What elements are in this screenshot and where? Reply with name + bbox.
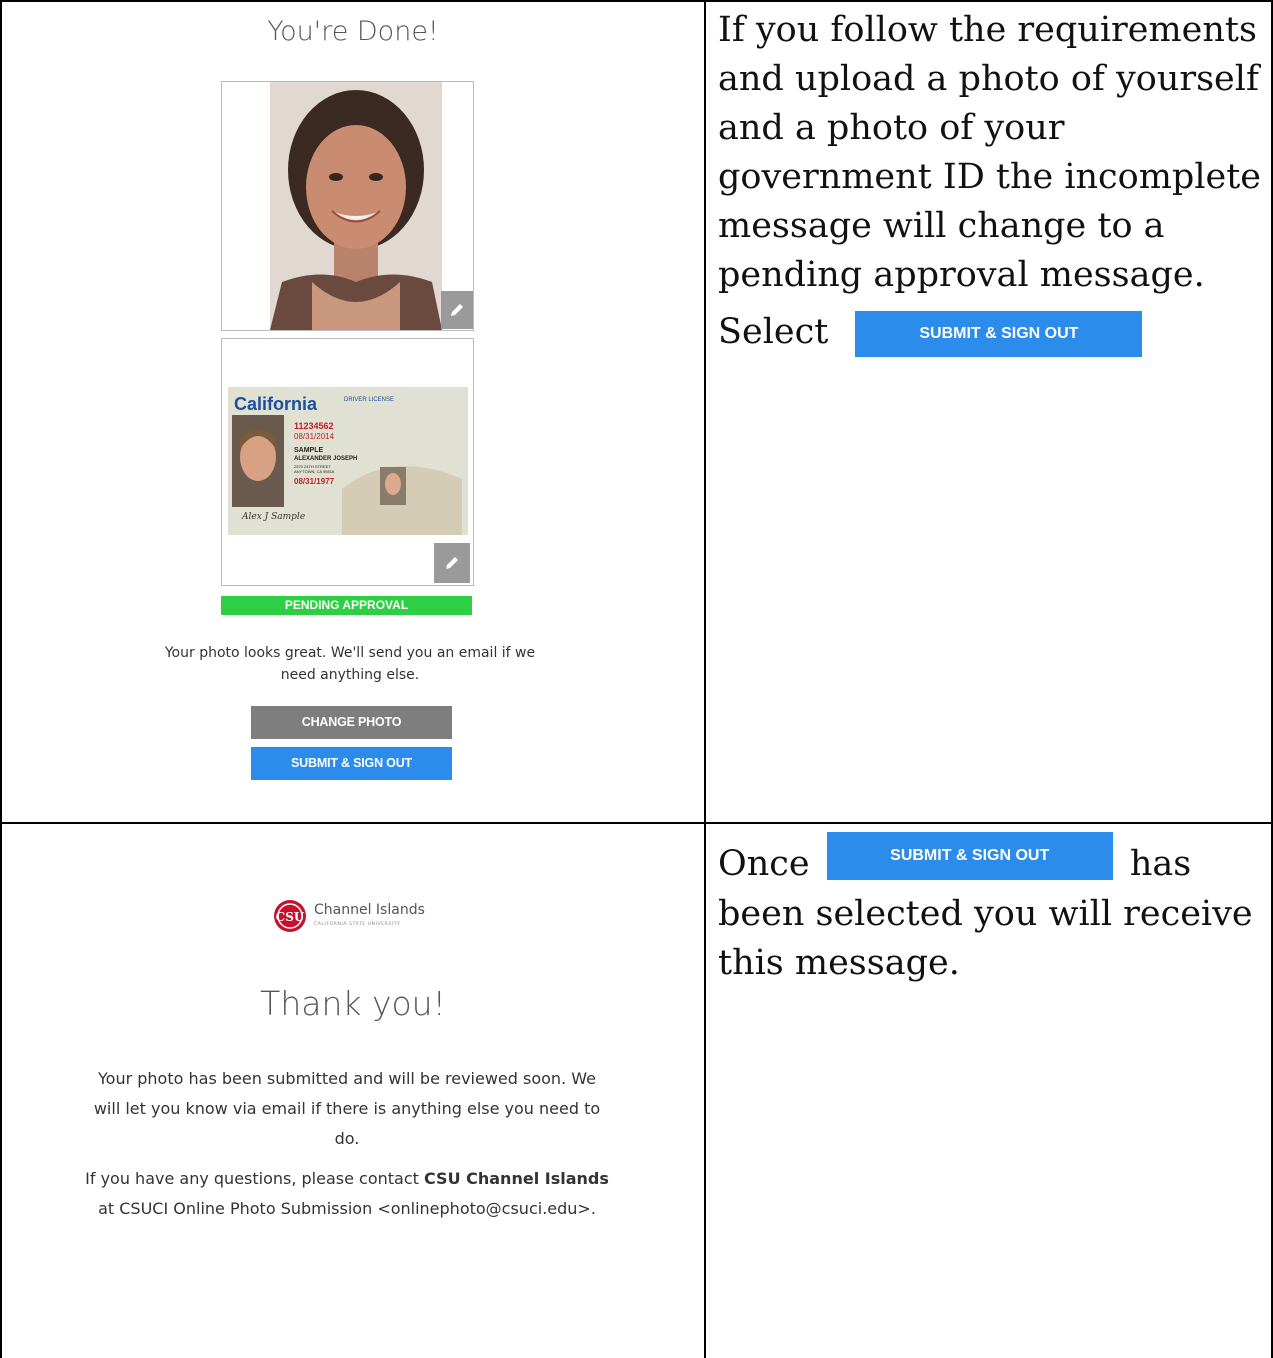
id-photo-frame: California DRIVER LICENSE 11234562 08/31… [221,338,474,586]
submitted-paragraph: Your photo has been submitted and will b… [93,1069,601,1148]
csu-logo: CSU Channel Islands CALIFORNIA STATE UNI… [272,898,442,934]
contact-suffix: at CSUCI Online Photo Submission <online… [98,1199,596,1218]
id-type-text: DRIVER LICENSE [344,397,394,403]
selfie-photo-image [270,82,442,330]
svg-text:08/31/2014: 08/31/2014 [294,432,335,441]
svg-text:CSU: CSU [276,910,305,924]
row2-instruction-cell: Once SUBMIT & SIGN OUT has been selected… [718,831,1263,988]
contact-paragraph: If you have any questions, please contac… [82,1164,612,1224]
done-title: You're Done! [267,16,439,47]
contact-prefix: If you have any questions, please contac… [85,1169,424,1188]
logo-name: Channel Islands [314,902,425,918]
inline-submit-sign-out-button: SUBMIT & SIGN OUT [855,310,1143,357]
once-label: Once [718,844,810,884]
has-label: has [1129,844,1192,884]
table-column-divider [704,0,706,1358]
select-label: Select [718,312,829,352]
svg-text:Alex J Sample: Alex J Sample [241,512,305,522]
selfie-photo-frame [221,81,474,331]
received-message-text: been selected you will receive this mess… [718,893,1253,983]
svg-text:08/31/1977: 08/31/1977 [294,477,335,486]
row1-instruction-cell: If you follow the requirements and uploa… [718,6,1263,357]
edit-selfie-button[interactable] [441,291,473,329]
svg-text:ANYTOWN, CA 95818: ANYTOWN, CA 95818 [294,469,335,474]
svg-text:SAMPLE: SAMPLE [294,447,324,454]
row1-screenshot-cell: You're Done! California DRIVER LICENSE 1… [2,2,704,822]
pending-approval-status: PENDING APPROVAL [221,596,472,615]
logo-subtitle: CALIFORNIA STATE UNIVERSITY [314,922,401,927]
svg-text:11234562: 11234562 [294,421,334,431]
instruction-text: If you follow the requirements and uploa… [718,10,1262,295]
change-photo-button[interactable]: CHANGE PHOTO [251,706,452,739]
edit-id-button[interactable] [434,543,470,583]
inline-submit-sign-out-button-2: SUBMIT & SIGN OUT [826,831,1113,880]
once-line: Once SUBMIT & SIGN OUT has [718,831,1263,890]
document-table: You're Done! California DRIVER LICENSE 1… [0,0,1273,1358]
photo-looks-great-message: Your photo looks great. We'll send you a… [164,645,536,683]
submit-sign-out-button[interactable]: SUBMIT & SIGN OUT [251,747,452,780]
row2-screenshot-cell: CSU Channel Islands CALIFORNIA STATE UNI… [2,824,704,1358]
csu-seal-icon: CSU [274,900,306,932]
pencil-icon [446,557,458,569]
pencil-icon [451,304,463,316]
select-line: Select SUBMIT & SIGN OUT [718,308,1263,357]
thank-you-title: Thank you! [260,984,446,1023]
id-state-text: California [234,394,318,414]
contact-org: CSU Channel Islands [424,1169,609,1188]
svg-text:ALEXANDER JOSEPH: ALEXANDER JOSEPH [294,456,357,462]
